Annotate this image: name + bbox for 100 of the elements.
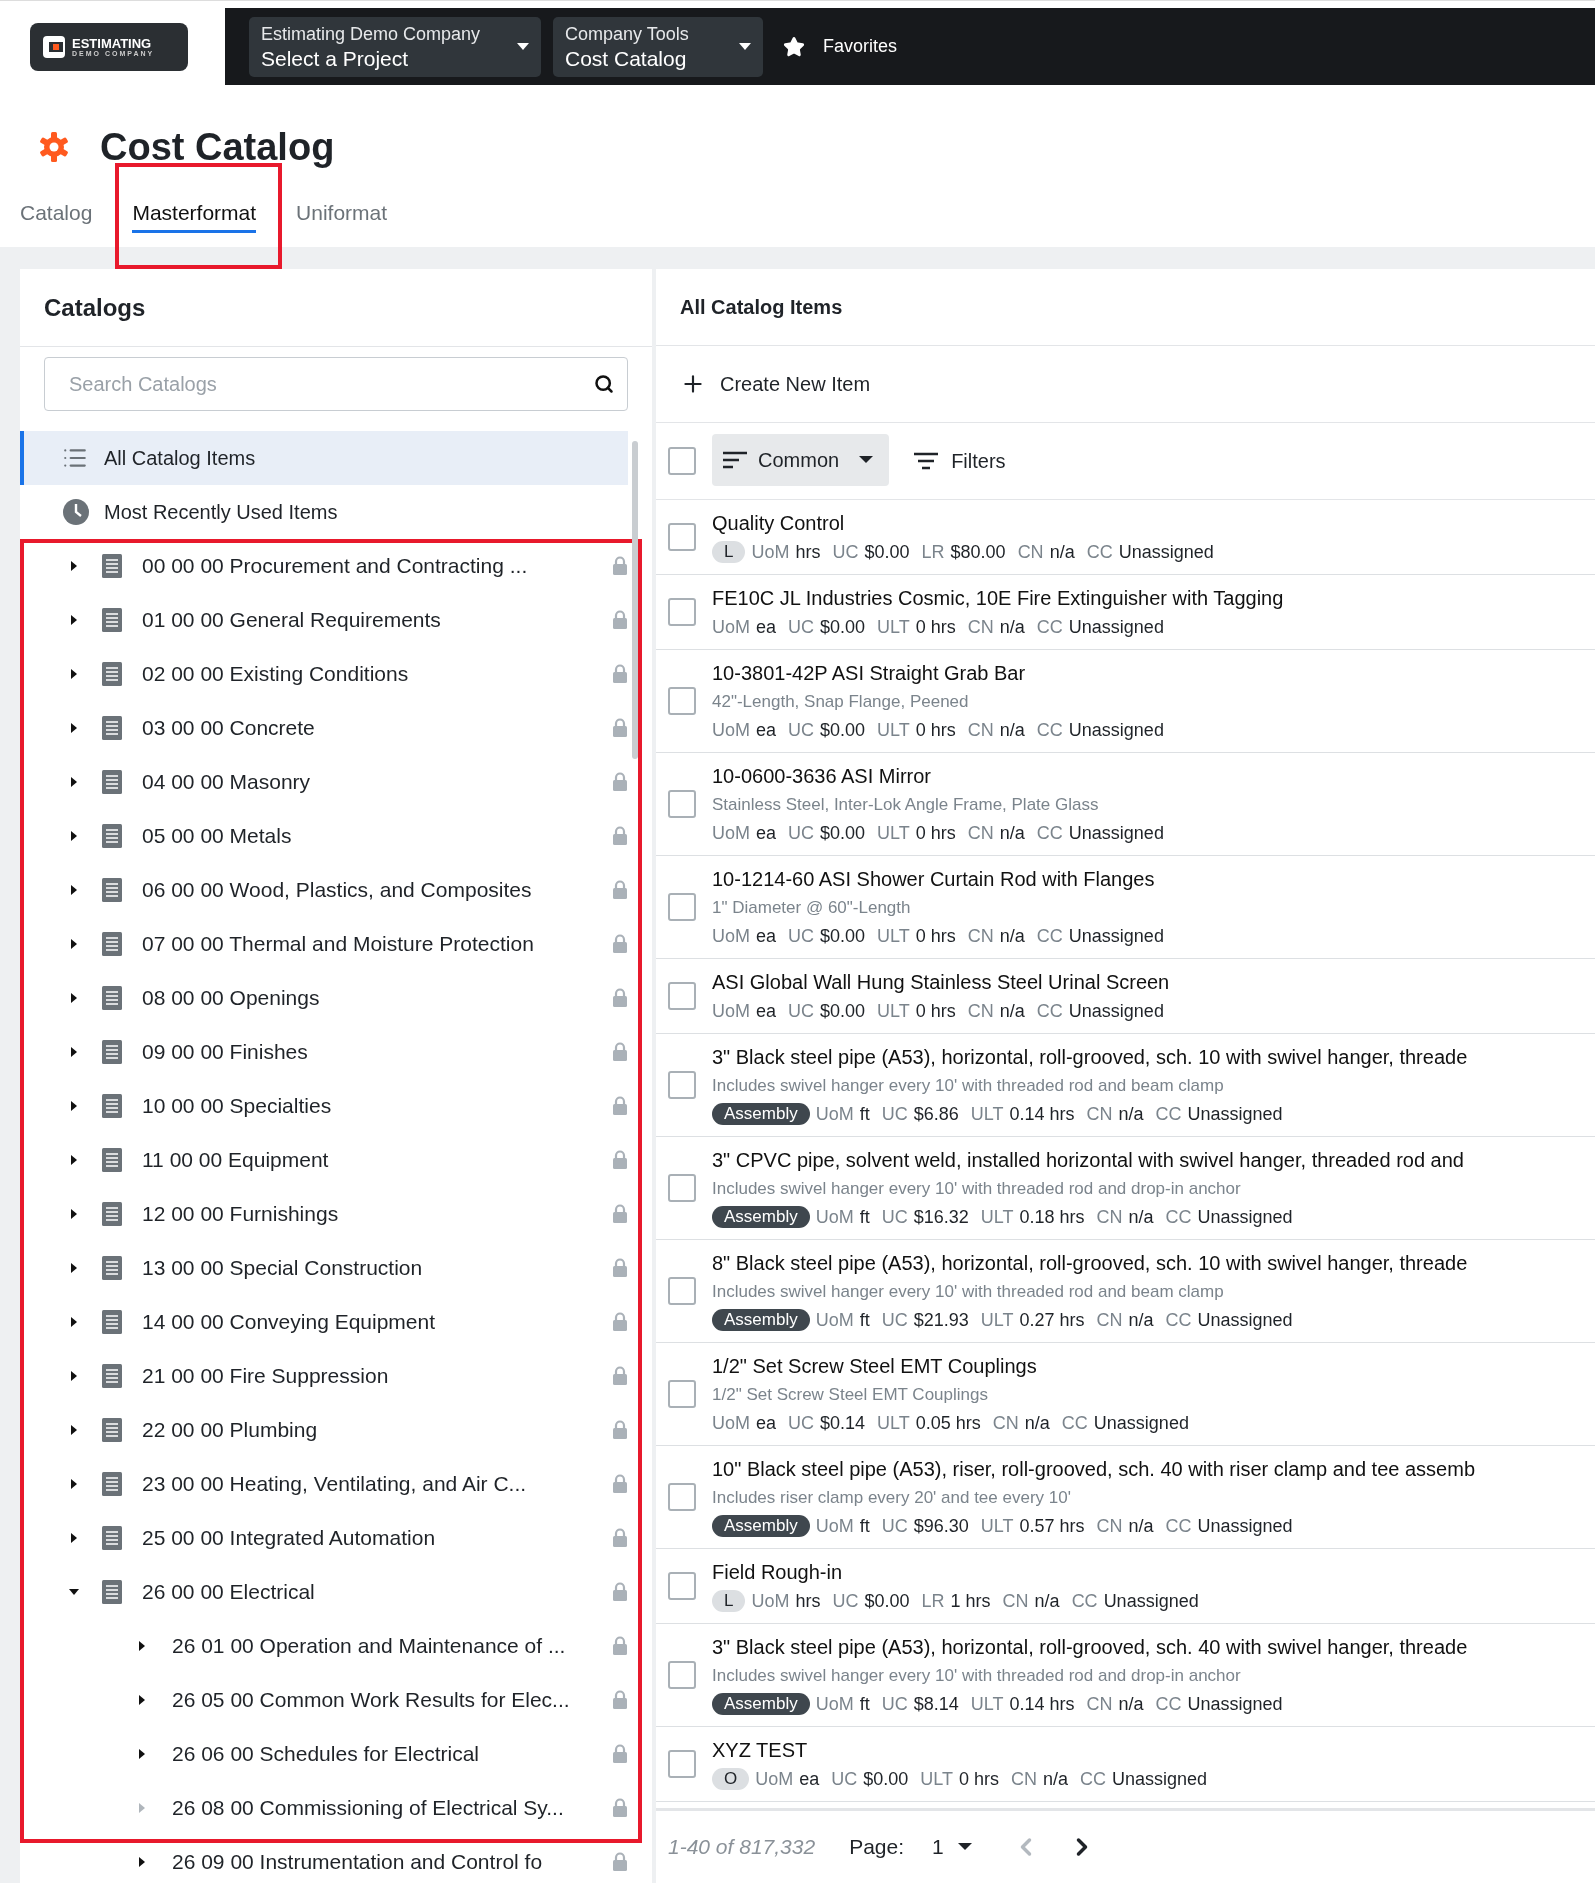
item-title[interactable]: 10-0600-3636 ASI Mirror — [712, 760, 1176, 791]
document-icon — [102, 554, 122, 578]
meta-value: ft — [859, 1102, 870, 1126]
meta-label: UC — [881, 1205, 908, 1229]
meta-label: UC — [832, 1589, 859, 1613]
checkbox[interactable] — [668, 686, 696, 715]
meta-value: $96.30 — [913, 1514, 969, 1538]
item-title[interactable]: 3" CPVC pipe, solvent weld, installed horizontal with swivel hanger, threaded rod and — [712, 1144, 1464, 1175]
tree-item[interactable]: 26 05 00 Common Work Results for Elec... — [172, 1684, 612, 1716]
tree-item[interactable]: 26 09 00 Instrumentation and Control fo — [172, 1846, 612, 1878]
tree-item[interactable]: 03 00 00 Concrete — [142, 712, 612, 744]
search-field[interactable]: Search Catalogs — [44, 357, 628, 411]
item-title[interactable]: FE10C JL Industries Cosmic, 10E Fire Extinguisher with Tagging — [712, 582, 1284, 613]
tree-item[interactable]: 26 08 00 Commissioning of Electrical Sy... — [172, 1792, 612, 1824]
tree-item[interactable]: 26 06 00 Schedules for Electrical — [172, 1738, 612, 1770]
meta-value: ea — [756, 999, 777, 1023]
tree-item[interactable]: 05 00 00 Metals — [142, 820, 612, 852]
checkbox[interactable] — [668, 597, 696, 626]
filters-button[interactable]: Filters — [913, 445, 1006, 476]
tree-item[interactable]: 09 00 00 Finishes — [142, 1036, 612, 1068]
meta-value: $0.00 — [820, 924, 866, 948]
item-title[interactable]: 1/2" Set Screw Steel EMT Couplings — [712, 1350, 1201, 1381]
meta-value: Unassigned — [1068, 924, 1164, 948]
tree-item[interactable]: 11 00 00 Equipment — [142, 1144, 612, 1176]
meta-label: CC — [1036, 821, 1063, 845]
meta-value: 0.57 hrs — [1019, 1514, 1085, 1538]
catalog-list-item[interactable]: All Catalog Items — [20, 431, 628, 485]
tree-item[interactable]: 26 00 00 Electrical — [142, 1576, 612, 1608]
item-title[interactable]: XYZ TEST — [712, 1734, 1220, 1765]
checkbox[interactable] — [668, 1276, 696, 1305]
meta-value: Unassigned — [1112, 1767, 1208, 1791]
page-select[interactable]: 1 — [932, 1831, 972, 1863]
search-icon[interactable] — [594, 374, 614, 394]
meta-label: UoM — [815, 1205, 854, 1229]
tree-item[interactable]: 10 00 00 Specialties — [142, 1090, 612, 1122]
tab[interactable]: Catalog — [20, 196, 93, 233]
sort-dropdown[interactable]: Common — [712, 433, 890, 486]
tree-item[interactable]: 22 00 00 Plumbing — [142, 1414, 612, 1446]
tree-item[interactable]: 07 00 00 Thermal and Moisture Protection — [142, 928, 612, 960]
tree-item[interactable]: 08 00 00 Openings — [142, 982, 612, 1014]
catalog-list-item[interactable]: Most Recently Used Items — [20, 485, 628, 539]
context-dropdown[interactable]: Company Tools Cost Catalog — [553, 16, 763, 77]
item-title[interactable]: 3" Black steel pipe (A53), horizontal, roll-grooved, sch. 40 with swivel hanger, threade — [712, 1631, 1468, 1662]
meta-value: n/a — [1118, 1102, 1144, 1126]
tree-item[interactable]: 00 00 00 Procurement and Contracting ... — [142, 550, 612, 582]
meta-value: hrs — [795, 1589, 821, 1613]
tab[interactable]: Uniformat — [296, 196, 388, 233]
meta-label: UC — [881, 1308, 908, 1332]
meta-label: ULT — [980, 1308, 1014, 1332]
meta-label: CN — [1096, 1514, 1123, 1538]
checkbox[interactable] — [668, 981, 696, 1010]
tree-item[interactable]: 06 00 00 Wood, Plastics, and Composites — [142, 874, 612, 906]
checkbox[interactable] — [668, 446, 696, 475]
document-icon — [102, 608, 122, 632]
document-icon — [102, 770, 122, 794]
tree-item[interactable]: 14 00 00 Conveying Equipment — [142, 1306, 612, 1338]
tab[interactable]: Masterformat — [132, 196, 257, 233]
checkbox[interactable] — [668, 1660, 696, 1689]
item-title[interactable]: 3" Black steel pipe (A53), horizontal, roll-grooved, sch. 10 with swivel hanger, threade — [712, 1041, 1468, 1072]
checkbox[interactable] — [668, 892, 696, 921]
checkbox[interactable] — [668, 1070, 696, 1099]
checkbox[interactable] — [668, 1379, 696, 1408]
checkbox[interactable] — [668, 789, 696, 818]
favorites-button[interactable]: Favorites — [783, 33, 898, 60]
item-title[interactable]: 10" Black steel pipe (A53), riser, roll-grooved, sch. 40 with riser clamp and tee assemb — [712, 1453, 1475, 1484]
meta-label: CC — [1071, 1589, 1098, 1613]
tree-item[interactable]: 21 00 00 Fire Suppression — [142, 1360, 612, 1392]
document-icon — [102, 986, 122, 1010]
item-title[interactable]: 10-1214-60 ASI Shower Curtain Rod with Flanges — [712, 863, 1176, 894]
create-item-button[interactable]: Create New Item — [680, 368, 871, 399]
meta-label: CN — [1086, 1102, 1113, 1126]
tree-item[interactable]: 23 00 00 Heating, Ventilating, and Air C... — [142, 1468, 612, 1500]
document-icon — [102, 1364, 122, 1388]
meta-label: CC — [1155, 1102, 1182, 1126]
item-title[interactable]: Quality Control — [712, 507, 1226, 538]
tree-item[interactable]: 26 01 00 Operation and Maintenance of ... — [172, 1630, 612, 1662]
item-title[interactable]: Field Rough-in — [712, 1556, 1211, 1587]
tree-item[interactable]: 01 00 00 General Requirements — [142, 604, 612, 636]
item-title[interactable]: 8" Black steel pipe (A53), horizontal, roll-grooved, sch. 10 with swivel hanger, threade — [712, 1247, 1468, 1278]
document-icon — [102, 932, 122, 956]
tree-item[interactable]: 13 00 00 Special Construction — [142, 1252, 612, 1284]
checkbox[interactable] — [668, 1749, 696, 1778]
scrollbar[interactable] — [632, 441, 638, 759]
checkbox[interactable] — [668, 1482, 696, 1511]
tree-item[interactable]: 02 00 00 Existing Conditions — [142, 658, 612, 690]
checkbox[interactable] — [668, 522, 696, 551]
meta-value: ea — [756, 821, 777, 845]
meta-value: n/a — [999, 821, 1025, 845]
meta-label: ULT — [877, 1411, 910, 1435]
tree-item[interactable]: 04 00 00 Masonry — [142, 766, 612, 798]
item-title[interactable]: 10-3801-42P ASI Straight Grab Bar — [712, 657, 1176, 688]
meta-value: n/a — [1128, 1514, 1154, 1538]
checkbox[interactable] — [668, 1173, 696, 1202]
item-description: Includes riser clamp every 20' and tee every 10' — [712, 1486, 1072, 1509]
context-dropdown[interactable]: Estimating Demo Company Select a Project — [249, 16, 541, 77]
item-title[interactable]: ASI Global Wall Hung Stainless Steel Urinal Screen — [712, 966, 1176, 997]
meta-value: $0.00 — [820, 999, 866, 1023]
tree-item[interactable]: 12 00 00 Furnishings — [142, 1198, 612, 1230]
checkbox[interactable] — [668, 1571, 696, 1600]
tree-item[interactable]: 25 00 00 Integrated Automation — [142, 1522, 612, 1554]
